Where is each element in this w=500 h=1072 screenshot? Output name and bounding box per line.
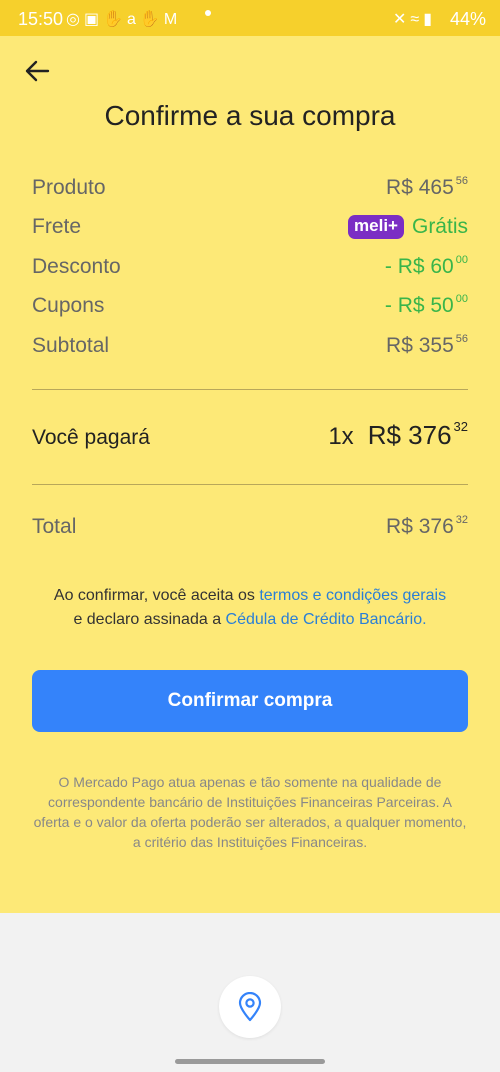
legal-text-part2: e declaro assinada a <box>73 611 226 628</box>
gmail-icon: M <box>163 11 182 28</box>
status-bar: 15:50 ◎▣✋a✋M ✕≈▮ 44% <box>0 0 500 36</box>
location-pin-icon <box>238 992 262 1022</box>
payment-installments: 1x <box>328 423 354 450</box>
subtotal-label: Subtotal <box>32 334 110 357</box>
confirm-purchase-button[interactable]: Confirmar compra <box>32 670 468 732</box>
frete-label: Frete <box>32 215 82 238</box>
total-row: Total R$ 376 32 <box>32 514 468 545</box>
subtotal-row: Subtotal R$ 355 56 <box>32 333 468 364</box>
cupons-cents: 00 <box>455 293 468 305</box>
back-arrow-icon[interactable] <box>22 56 52 86</box>
payment-row: Você pagará 1x R$ 376 32 <box>32 419 468 454</box>
system-icons: ✕≈▮ <box>393 9 436 29</box>
produto-amount: R$ 465 <box>386 176 454 199</box>
terms-link[interactable]: termos e condições gerais <box>259 587 446 604</box>
location-button[interactable] <box>219 976 281 1038</box>
frete-row: Frete meli+ Grátis <box>32 215 468 245</box>
payment-label: Você pagará <box>32 426 150 449</box>
desconto-amount: - R$ 60 <box>384 255 454 278</box>
hand-icon: ✋ <box>103 11 128 28</box>
battery-level: 44% <box>449 9 486 29</box>
cupons-row: Cupons - R$ 50 00 <box>32 293 468 324</box>
frete-value: meli+ Grátis <box>348 215 468 241</box>
desconto-row: Desconto - R$ 60 00 <box>32 254 468 285</box>
cupons-value: - R$ 50 00 <box>384 293 468 318</box>
notification-dot <box>205 10 211 16</box>
payment-cents: 32 <box>453 419 468 434</box>
signal-icon: ▮ <box>423 11 436 28</box>
subtotal-value: R$ 355 56 <box>386 333 468 358</box>
payment-value: 1x R$ 376 32 <box>328 419 468 451</box>
total-label: Total <box>32 515 77 538</box>
desconto-value: - R$ 60 00 <box>384 254 468 279</box>
home-indicator[interactable] <box>175 1059 325 1064</box>
amazon-icon: a <box>127 11 140 28</box>
credit-note-link[interactable]: Cédula de Crédito Bancário. <box>226 611 427 628</box>
desconto-cents: 00 <box>455 254 468 266</box>
meli-plus-badge: meli+ <box>348 215 404 239</box>
instagram-icon: ▣ <box>83 11 104 28</box>
total-value: R$ 376 32 <box>386 514 468 539</box>
desconto-label: Desconto <box>32 255 121 278</box>
notification-icons: ◎▣✋a✋M <box>66 9 181 29</box>
whatsapp-icon: ◎ <box>66 11 84 28</box>
disclaimer-text: O Mercado Pago atua apenas e tão somente… <box>33 774 467 850</box>
divider <box>32 484 468 485</box>
payment-amount: R$ 376 <box>367 420 452 450</box>
divider <box>32 389 468 390</box>
total-cents: 32 <box>455 514 468 526</box>
produto-label: Produto <box>32 176 106 199</box>
status-time: 15:50 <box>18 9 64 29</box>
produto-cents: 56 <box>455 175 468 187</box>
frete-gratis: Grátis <box>411 215 468 238</box>
wifi-icon: ≈ <box>410 11 424 28</box>
hand-icon: ✋ <box>139 11 164 28</box>
legal-text-part1: Ao confirmar, você aceita os <box>53 587 260 604</box>
cupons-amount: - R$ 50 <box>384 294 454 317</box>
legal-text: Ao confirmar, você aceita os termos e co… <box>20 584 480 632</box>
mute-icon: ✕ <box>393 11 411 28</box>
subtotal-amount: R$ 355 <box>386 334 454 357</box>
produto-row: Produto R$ 465 56 <box>32 175 468 206</box>
page-title: Confirme a sua compra <box>104 100 396 131</box>
produto-value: R$ 465 56 <box>386 175 468 200</box>
total-amount: R$ 376 <box>386 515 454 538</box>
subtotal-cents: 56 <box>455 333 468 345</box>
cupons-label: Cupons <box>32 294 105 317</box>
